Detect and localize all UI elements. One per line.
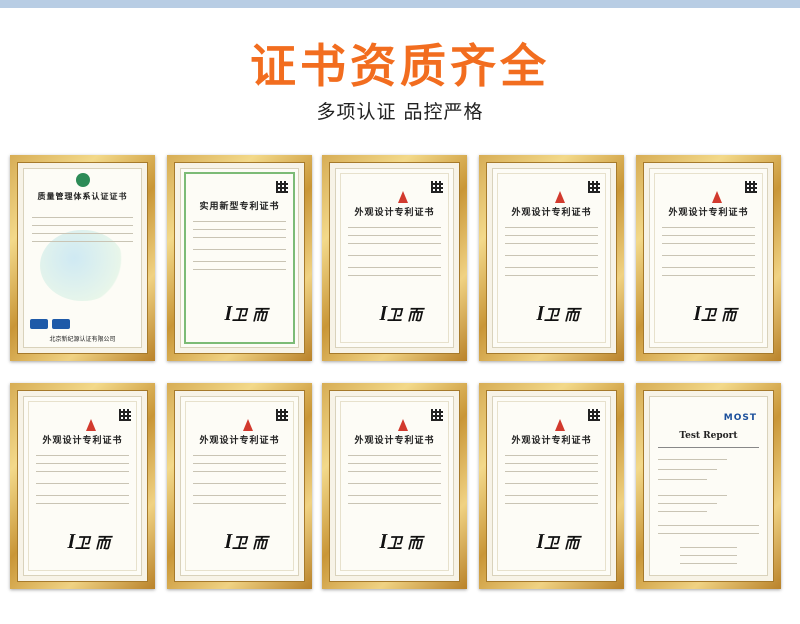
accreditation-logos xyxy=(30,319,70,329)
certificate-title: Test Report xyxy=(679,431,738,441)
certificate-title: 外观设计专利证书 xyxy=(354,436,435,446)
qr-code-icon xyxy=(431,181,443,193)
certificate-document: 外观设计专利证书 ꟾ卫 而 xyxy=(492,168,611,348)
signature-image: ꟾ卫 而 xyxy=(225,534,268,552)
certificate-document: 外观设计专利证书 ꟾ卫 而 xyxy=(180,396,299,576)
certificate-frame-test-report: MOST Test Report xyxy=(636,383,781,589)
certificate-frame-design-patent: 外观设计专利证书 ꟾ卫 而 xyxy=(479,155,624,361)
most-logo: MOST xyxy=(723,413,757,423)
certification-logo-icon xyxy=(75,173,90,187)
certificate-title: 外观设计专利证书 xyxy=(511,208,592,218)
certificate-title: 外观设计专利证书 xyxy=(668,208,749,218)
certificate-title: 外观设计专利证书 xyxy=(354,208,435,218)
certificate-frame-design-patent: 外观设计专利证书 ꟾ卫 而 xyxy=(322,383,467,589)
signature-image: ꟾ卫 而 xyxy=(694,306,737,324)
qr-code-icon xyxy=(276,409,288,421)
page-subtitle: 多项认证 品控严格 xyxy=(316,101,484,123)
signature-image: ꟾ卫 而 xyxy=(225,306,268,324)
qr-code-icon xyxy=(588,181,600,193)
certificate-frame-design-patent: 外观设计专利证书 ꟾ卫 而 xyxy=(167,383,312,589)
certificate-frame-design-patent: 外观设计专利证书 ꟾ卫 而 xyxy=(10,383,155,589)
certificate-frame-design-patent: 外观设计专利证书 ꟾ卫 而 xyxy=(322,155,467,361)
certificate-title: 外观设计专利证书 xyxy=(42,436,123,446)
signature-image: ꟾ卫 而 xyxy=(68,534,111,552)
certificate-document: 质量管理体系认证证书 北京新纪源认证有限公司 xyxy=(23,168,142,348)
signature-image: ꟾ卫 而 xyxy=(380,534,423,552)
certificate-document: MOST Test Report xyxy=(649,396,768,576)
qr-code-icon xyxy=(119,409,131,421)
certificate-document: 外观设计专利证书 ꟾ卫 而 xyxy=(23,396,142,576)
signature-image: ꟾ卫 而 xyxy=(537,306,580,324)
certificate-frame-utility-patent: 实用新型专利证书 ꟾ卫 而 xyxy=(167,155,312,361)
top-color-bar xyxy=(0,0,800,8)
certificate-title: 外观设计专利证书 xyxy=(511,436,592,446)
qr-code-icon xyxy=(431,409,443,421)
certificate-frame-design-patent: 外观设计专利证书 ꟾ卫 而 xyxy=(636,155,781,361)
qr-code-icon xyxy=(745,181,757,193)
certificate-title: 外观设计专利证书 xyxy=(199,436,280,446)
certificate-title: 实用新型专利证书 xyxy=(199,202,280,212)
signature-image: ꟾ卫 而 xyxy=(380,306,423,324)
signature-image: ꟾ卫 而 xyxy=(537,534,580,552)
certificate-document: 外观设计专利证书 ꟾ卫 而 xyxy=(335,396,454,576)
certificate-frame-qms: 质量管理体系认证证书 北京新纪源认证有限公司 xyxy=(10,155,155,361)
cnas-logo-icon xyxy=(52,319,70,329)
certificate-title: 质量管理体系认证证书 xyxy=(37,191,128,201)
iaf-logo-icon xyxy=(30,319,48,329)
page-title: 证书资质齐全 xyxy=(250,39,550,93)
certificate-frame-design-patent: 外观设计专利证书 ꟾ卫 而 xyxy=(479,383,624,589)
certificate-issuer: 北京新纪源认证有限公司 xyxy=(49,336,116,343)
certificate-document: 外观设计专利证书 ꟾ卫 而 xyxy=(335,168,454,348)
qr-code-icon xyxy=(276,181,288,193)
certificate-document: 外观设计专利证书 ꟾ卫 而 xyxy=(492,396,611,576)
certificate-document: 外观设计专利证书 ꟾ卫 而 xyxy=(649,168,768,348)
qr-code-icon xyxy=(588,409,600,421)
certificate-document: 实用新型专利证书 ꟾ卫 而 xyxy=(180,168,299,348)
